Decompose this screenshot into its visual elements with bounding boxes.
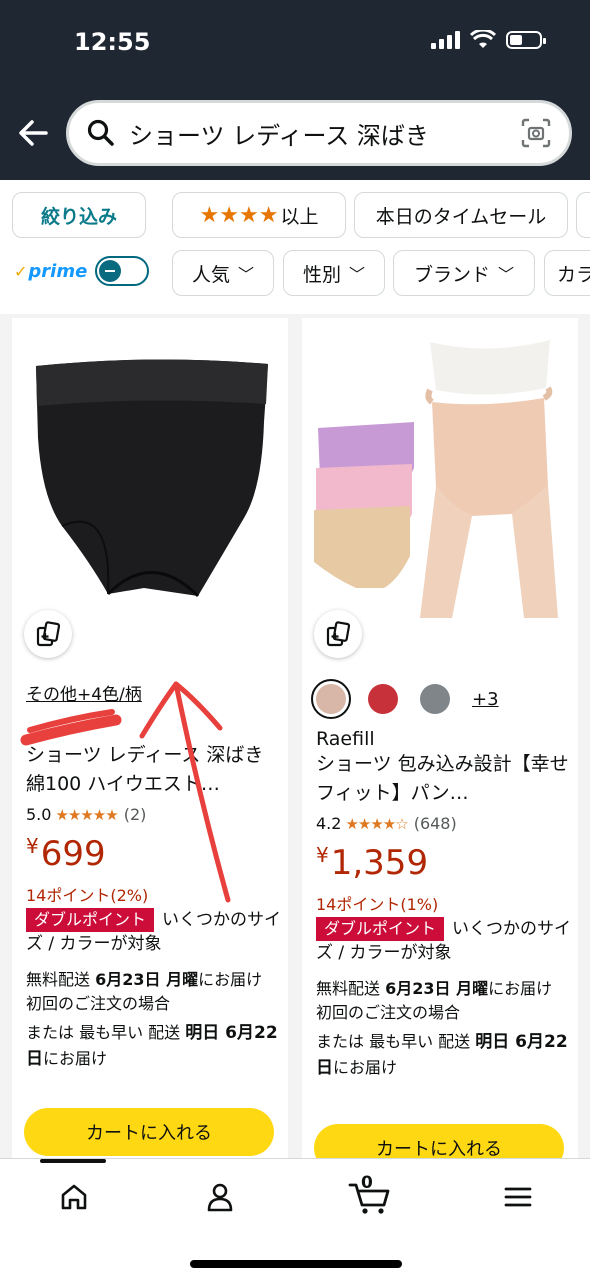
fastest-delivery: または 最も早い 配送 明日 6月22日にお届け <box>26 1020 282 1072</box>
compare-button[interactable] <box>314 610 362 658</box>
double-point-line: ダブルポイント いくつかのサイズ / カラーが対象 <box>26 908 282 956</box>
dropdown-brand[interactable]: ブランド ﹀ <box>393 250 535 296</box>
currency-symbol: ¥ <box>316 843 329 867</box>
fast-prefix: または 最も早い 配送 <box>26 1023 186 1042</box>
product-title[interactable]: ショーツ レディース 深ばき 綿100 ハイウエスト… <box>26 741 282 799</box>
active-tab-indicator <box>40 1159 106 1163</box>
product-image[interactable] <box>302 318 578 668</box>
product-details: その他+4色/柄 ショーツ レディース 深ばき 綿100 ハイウエスト… 5.0… <box>26 680 282 1072</box>
home-icon <box>61 1184 87 1210</box>
ship-date: 6月23日 月曜 <box>95 970 199 989</box>
status-bar: 12:55 <box>0 0 590 90</box>
color-swatch[interactable] <box>311 679 351 719</box>
ship-prefix: 無料配送 <box>316 979 386 998</box>
status-time: 12:55 <box>74 28 151 56</box>
currency-symbol: ¥ <box>26 834 39 858</box>
product-card[interactable]: +3 Raefill ショーツ 包み込み設計【幸せフィット】パン… 4.2 ★★… <box>302 318 578 1172</box>
compare-button[interactable] <box>24 610 72 658</box>
compare-cards-icon <box>36 621 61 647</box>
compare-cards-icon <box>326 621 351 647</box>
dropdown-gender[interactable]: 性別 ﹀ <box>283 250 385 296</box>
toggle-knob <box>99 260 122 282</box>
fast-suffix: にお届け <box>333 1058 398 1077</box>
color-swatch[interactable] <box>420 684 450 714</box>
search-input[interactable]: ショーツ レディース 深ばき <box>66 100 572 166</box>
prime-toggle-row[interactable]: ✓ prime <box>14 256 150 286</box>
hamburger-menu-icon <box>504 1187 532 1207</box>
refine-button[interactable]: 絞り込み <box>12 192 146 238</box>
camera-scan-icon[interactable] <box>521 118 551 148</box>
star-rating-icon: ★★★★☆ <box>345 814 408 833</box>
search-query: ショーツ レディース 深ばき <box>129 121 429 150</box>
rating-value: 4.2 <box>316 814 342 833</box>
chevron-down-icon: ﹀ <box>498 265 515 284</box>
double-point-badge: ダブルポイント <box>316 917 445 941</box>
dropdown-color-label: カラ <box>557 263 590 286</box>
product-card[interactable]: その他+4色/柄 ショーツ レディース 深ばき 綿100 ハイウエスト… 5.0… <box>12 318 288 1158</box>
fast-prefix: または 最も早い 配送 <box>316 1032 476 1051</box>
rating-value: 5.0 <box>26 805 52 824</box>
cart-count-badge: 0 <box>361 1173 373 1193</box>
nav-home[interactable] <box>54 1177 94 1217</box>
prime-check-icon: ✓ <box>14 261 28 281</box>
rating-filter-chip[interactable]: ★★★★ 以上 <box>172 192 346 238</box>
product-details: +3 Raefill ショーツ 包み込み設計【幸せフィット】パン… 4.2 ★★… <box>311 679 572 1081</box>
price: ¥1,359 <box>316 843 572 883</box>
price: ¥699 <box>26 834 282 874</box>
prime-logo: prime <box>28 260 88 282</box>
signal-icon <box>431 31 460 49</box>
variant-link[interactable]: その他+4色/柄 <box>26 680 282 705</box>
dropdown-gender-label: 性別 <box>302 263 341 286</box>
add-to-cart-button[interactable]: カートに入れる <box>24 1108 274 1156</box>
star-icon: ★★★★ <box>199 202 279 228</box>
chevron-down-icon: ﹀ <box>238 265 255 284</box>
nav-account[interactable] <box>200 1177 240 1217</box>
dropdown-popular-label: 人気 <box>191 263 230 286</box>
deals-filter-chip[interactable]: 本日のタイムセール <box>354 192 568 238</box>
status-icons <box>431 30 546 50</box>
review-count: (2) <box>123 805 147 824</box>
filter-bar: 絞り込み ★★★★ 以上 本日のタイムセール ✓ prime 人気 ﹀ 性別 ﹀ ブ… <box>0 180 590 314</box>
fast-suffix: にお届け <box>43 1049 108 1068</box>
nav-cart[interactable]: 0 <box>348 1173 392 1217</box>
back-arrow-icon[interactable] <box>16 115 52 151</box>
dropdown-brand-label: ブランド <box>413 263 490 286</box>
nav-menu[interactable] <box>498 1177 538 1217</box>
review-count: (648) <box>413 814 457 833</box>
top-bar: 12:55 ショーツ レディース 深ばき <box>0 0 590 180</box>
color-swatches: +3 <box>311 679 572 719</box>
shipping-info: 無料配送 6月23日 月曜にお届け 初回のご注文の場合 <box>316 977 572 1025</box>
ship-date: 6月23日 月曜 <box>385 979 489 998</box>
double-point-line: ダブルポイント いくつかのサイズ / カラーが対象 <box>316 917 572 965</box>
search-icon <box>87 119 114 146</box>
rating-row[interactable]: 4.2 ★★★★☆ (648) <box>316 814 572 833</box>
product-title[interactable]: ショーツ 包み込み設計【幸せフィット】パン… <box>316 750 572 808</box>
product-image[interactable] <box>12 318 288 668</box>
ship-prefix: 無料配送 <box>26 970 96 989</box>
battery-icon <box>506 31 546 49</box>
rating-row[interactable]: 5.0 ★★★★★ (2) <box>26 805 282 824</box>
double-point-badge: ダブルポイント <box>26 908 155 932</box>
color-swatch[interactable] <box>368 684 398 714</box>
points-text: 14ポイント(1%) <box>316 895 439 914</box>
home-indicator <box>190 1260 402 1268</box>
points-text: 14ポイント(2%) <box>26 886 149 905</box>
fastest-delivery: または 最も早い 配送 明日 6月22日にお届け <box>316 1029 572 1081</box>
more-colors-link[interactable]: +3 <box>472 689 499 710</box>
brand-name: Raefill <box>316 728 375 750</box>
chevron-down-icon: ﹀ <box>349 265 366 284</box>
price-value: 699 <box>40 834 106 874</box>
shipping-info: 無料配送 6月23日 月曜にお届け 初回のご注文の場合 <box>26 968 282 1016</box>
dropdown-color[interactable]: カラ <box>544 250 590 296</box>
star-rating-icon: ★★★★★ <box>55 805 118 824</box>
user-icon <box>207 1183 233 1212</box>
dropdown-popular[interactable]: 人気 ﹀ <box>172 250 274 296</box>
wifi-icon <box>470 30 496 48</box>
more-filter-chip[interactable] <box>576 192 590 238</box>
prime-toggle[interactable] <box>95 256 150 286</box>
rating-filter-label: 以上 <box>280 205 319 228</box>
price-value: 1,359 <box>330 843 429 883</box>
